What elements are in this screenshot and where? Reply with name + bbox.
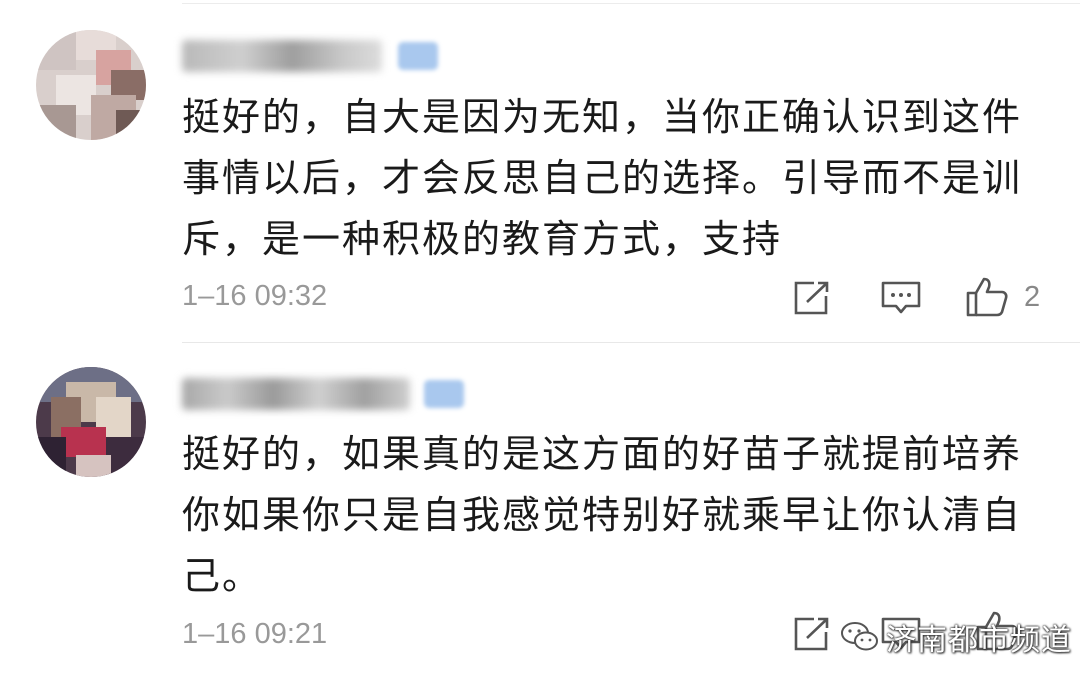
thumbs-up-icon[interactable] [965,276,1009,318]
verified-badge [398,42,438,70]
comment-icon[interactable] [880,280,922,316]
comment-text-content: 挺好的，如果真的是这方面的好苗子就提前培养你如果你只是自我感觉特别好就乘早让你认… [182,432,1023,598]
share-icon[interactable] [792,616,832,652]
wechat-icon [841,622,878,651]
comment-text: 挺好的，自大是因为无知，当你正确认识到这件事情以后，才会反思自己的选择。引导而不… [182,87,1042,270]
username[interactable] [182,378,410,410]
avatar[interactable] [36,367,146,477]
like-count: 2 [1024,281,1041,313]
watermark-text: 济南都市频道 [886,623,1072,658]
share-icon[interactable] [792,280,832,316]
comment-item: 挺好的，自大是因为无知，当你正确认识到这件事情以后，才会反思自己的选择。引导而不… [0,0,1080,342]
comment-timestamp: 1–16 09:32 [182,280,328,312]
username[interactable] [182,40,382,72]
comment-text-content: 挺好的，自大是因为无知，当你正确认识到这件事情以后，才会反思自己的选择。引导而不… [182,95,1023,261]
verified-badge [424,380,464,408]
watermark: 济南都市频道 [840,620,1072,658]
comment-text: 挺好的，如果真的是这方面的好苗子就提前培养你如果你只是自我感觉特别好就乘早让你认… [182,424,1042,607]
comment-timestamp: 1–16 09:21 [182,618,328,650]
avatar[interactable] [36,30,146,140]
